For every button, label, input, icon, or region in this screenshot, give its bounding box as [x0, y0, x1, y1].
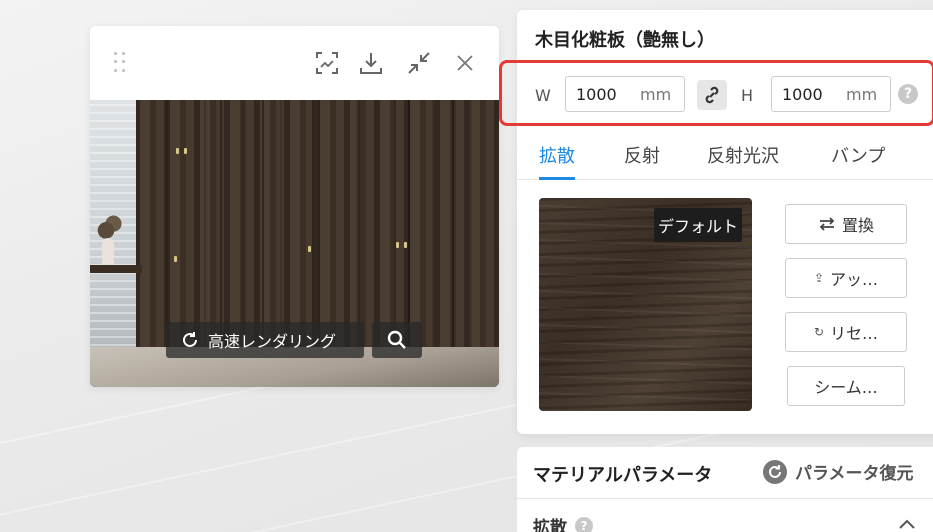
seamless-label: シーム… [814, 378, 878, 397]
reset-label: リセ… [830, 324, 879, 343]
reset-icon: ↻ [813, 325, 825, 339]
vase [102, 238, 114, 266]
tab-bump[interactable]: バンプ [831, 142, 885, 178]
height-input[interactable] [782, 84, 840, 104]
width-unit: mm [640, 84, 672, 104]
replace-label: 置換 [841, 216, 874, 235]
size-row: W mm H mm ? [499, 60, 933, 128]
minimize-icon[interactable] [406, 50, 432, 76]
screenshot-icon[interactable] [314, 50, 340, 76]
seamless-button[interactable]: シーム… [787, 366, 905, 406]
material-panel: 木目化粧板（艶無し） W mm H mm ? 拡散 反射 反射光沢 バンプ デフ… [499, 10, 933, 434]
tab-reflection-gloss[interactable]: 反射光沢 [707, 142, 779, 178]
default-badge: デフォルト [653, 208, 742, 242]
upload-button[interactable]: ⇪ アッ… [785, 258, 907, 298]
chevron-up-icon[interactable] [897, 517, 917, 531]
preview-toolbar [90, 26, 499, 100]
tab-reflection[interactable]: 反射 [624, 142, 660, 178]
fast-render-label: 高速レンダリング [208, 332, 337, 351]
fast-render-button[interactable]: 高速レンダリング [166, 322, 364, 358]
diffuse-section-header[interactable]: 拡散 ? [533, 513, 593, 532]
diffuse-help-icon[interactable]: ? [575, 516, 593, 532]
refresh-icon [183, 332, 197, 347]
restore-icon [763, 459, 787, 484]
replace-button[interactable]: 置換 [785, 204, 907, 244]
render-preview-image: 高速レンダリング [90, 100, 499, 387]
close-icon[interactable] [452, 50, 478, 76]
preview-panel: 高速レンダリング [90, 26, 499, 387]
height-unit: mm [846, 84, 878, 104]
params-title: マテリアルパラメータ [533, 465, 713, 486]
link-icon [705, 86, 719, 104]
restore-label: パラメータ復元 [795, 464, 914, 484]
width-input[interactable] [576, 84, 634, 104]
drag-handle-icon[interactable] [114, 52, 126, 74]
upload-label: アッ… [830, 270, 879, 289]
diffuse-section-label: 拡散 [533, 518, 567, 532]
swap-icon [819, 217, 835, 231]
material-params-panel: マテリアルパラメータ パラメータ復元 拡散 ? [517, 447, 933, 532]
material-title: 木目化粧板（艶無し） [535, 30, 715, 51]
aspect-lock-button[interactable] [697, 80, 727, 110]
download-icon[interactable] [358, 50, 384, 76]
width-label: W [535, 86, 551, 105]
zoom-search-button[interactable] [372, 322, 422, 358]
width-field[interactable]: mm [565, 76, 685, 112]
upload-icon: ⇪ [813, 271, 825, 285]
params-header: マテリアルパラメータ パラメータ復元 [517, 447, 933, 499]
restore-params-button[interactable]: パラメータ復元 [763, 459, 914, 484]
texture-tabs: 拡散 反射 反射光沢 バンプ [517, 138, 933, 180]
size-help-icon[interactable]: ? [898, 84, 918, 104]
tab-diffuse[interactable]: 拡散 [539, 142, 575, 180]
height-field[interactable]: mm [771, 76, 891, 112]
search-icon [387, 330, 406, 349]
side-table [90, 265, 142, 273]
height-label: H [741, 86, 754, 105]
texture-thumbnail[interactable]: デフォルト [539, 198, 752, 411]
reset-button[interactable]: ↻ リセ… [785, 312, 907, 352]
